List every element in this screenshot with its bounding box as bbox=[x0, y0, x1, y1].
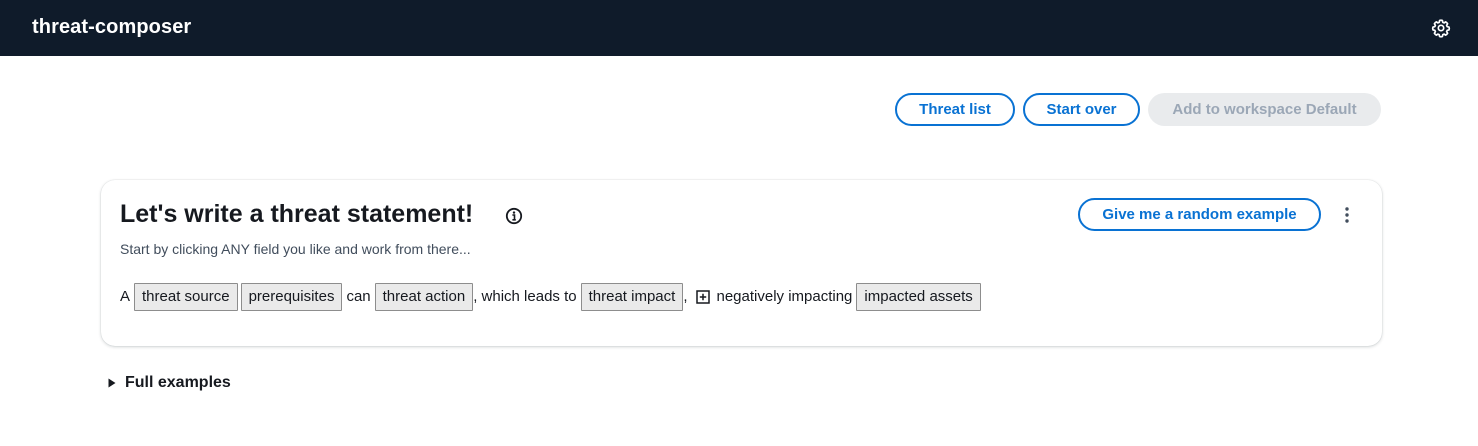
prerequisites-field[interactable]: prerequisites bbox=[240, 282, 343, 311]
threat-source-field[interactable]: threat source bbox=[134, 282, 238, 311]
info-icon[interactable] bbox=[505, 207, 523, 225]
start-over-button[interactable]: Start over bbox=[1023, 93, 1140, 126]
threat-statement-editor-card: Let's write a threat statement! Start by… bbox=[101, 180, 1382, 346]
threat-impact-field[interactable]: threat impact bbox=[580, 282, 684, 311]
caret-right-icon bbox=[108, 378, 116, 388]
threat-list-button[interactable]: Threat list bbox=[895, 93, 1015, 126]
editor-title: Let's write a threat statement! bbox=[120, 200, 474, 228]
top-navigation-bar: threat-composer bbox=[0, 0, 1478, 56]
kebab-menu-icon[interactable] bbox=[1337, 204, 1357, 226]
gear-icon[interactable] bbox=[1431, 18, 1451, 38]
threat-statement: A threat source prerequisites can threat… bbox=[120, 282, 981, 311]
plus-square-icon[interactable] bbox=[696, 289, 711, 304]
impacted-assets-field[interactable]: impacted assets bbox=[856, 282, 981, 311]
statement-negatively-impacting: negatively impacting bbox=[716, 288, 853, 305]
threat-action-field[interactable]: threat action bbox=[374, 282, 474, 311]
full-examples-label: Full examples bbox=[125, 374, 231, 391]
statement-prefix: A bbox=[120, 288, 131, 305]
random-example-button[interactable]: Give me a random example bbox=[1078, 198, 1321, 231]
app-title[interactable]: threat-composer bbox=[32, 16, 191, 39]
statement-which-leads-to: , which leads to bbox=[473, 288, 577, 305]
editor-subtitle: Start by clicking ANY field you like and… bbox=[120, 241, 471, 257]
statement-can: can bbox=[346, 288, 371, 305]
add-to-workspace-button[interactable]: Add to workspace Default bbox=[1148, 93, 1381, 126]
statement-comma: , bbox=[683, 288, 688, 305]
full-examples-toggle[interactable]: Full examples bbox=[107, 373, 231, 393]
